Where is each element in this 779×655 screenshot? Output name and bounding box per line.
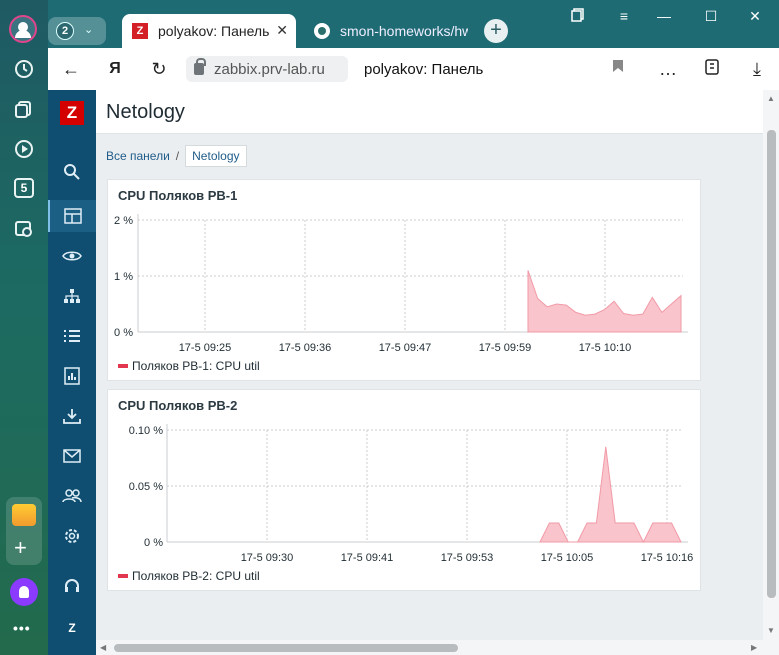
history-clock-icon[interactable] (8, 53, 40, 85)
horizontal-scroll-thumb[interactable] (114, 644, 458, 652)
x-tick-label: 17-5 10:10 (579, 342, 632, 354)
search-icon[interactable] (48, 156, 96, 188)
profile-avatar-icon[interactable] (9, 15, 37, 43)
x-tick-label: 17-5 10:16 (641, 552, 694, 564)
maximize-icon[interactable]: ☐ (701, 8, 721, 25)
download-tray-icon[interactable] (48, 400, 96, 432)
x-tick-label: 17-5 09:25 (179, 342, 232, 354)
dashboard-main: Netology Все панели / Netology 0 % 1 % 2 %… (96, 90, 763, 640)
five-icon[interactable]: 5 (14, 178, 34, 198)
tab-strip: 2 ⌄ Z polyakov: Панель ✕ smon-homeworks/… (48, 0, 779, 48)
legend-label: Поляков РВ-2: CPU util (132, 569, 260, 583)
graph-widget-1[interactable]: 0 % 1 % 2 % 17-5 09:25 17-5 09:36 17-5 09:47 1… (107, 179, 701, 381)
vertical-scrollbar[interactable]: ▲ ▼ (763, 90, 779, 640)
url-text: zabbix.prv-lab.ru (214, 60, 325, 78)
new-tab-plus-icon[interactable]: + (484, 19, 508, 43)
data-collection-chart-icon[interactable] (48, 360, 96, 392)
zabbix-share-icon[interactable]: Z (48, 612, 96, 644)
vertical-scroll-thumb[interactable] (767, 130, 776, 598)
breadcrumb: Все панели / Netology (106, 145, 247, 167)
more-options-icon[interactable]: … (656, 58, 680, 80)
scroll-up-arrow-icon[interactable]: ▲ (767, 94, 775, 103)
x-tick-label: 17-5 09:30 (241, 552, 294, 564)
scroll-right-arrow-icon[interactable]: ▶ (751, 643, 757, 652)
users-icon[interactable] (48, 480, 96, 512)
chevron-down-icon: ⌄ (84, 24, 94, 36)
x-tick-label: 17-5 09:41 (341, 552, 394, 564)
alerts-envelope-icon[interactable] (48, 440, 96, 472)
screenshot-camera-icon[interactable] (8, 213, 40, 245)
monitoring-eye-icon[interactable] (48, 240, 96, 272)
legend-swatch (118, 364, 128, 368)
administration-gear-icon[interactable] (48, 520, 96, 552)
tab-count-badge: 2 (56, 22, 74, 40)
x-tick-label: 17-5 10:05 (541, 552, 594, 564)
lock-icon (194, 58, 206, 75)
scroll-down-arrow-icon[interactable]: ▼ (767, 626, 775, 635)
support-headset-icon[interactable] (48, 570, 96, 602)
page-title: polyakov: Панель (364, 61, 484, 78)
zabbix-favicon-icon: Z (132, 23, 148, 39)
yandex-logo-icon[interactable]: Я (103, 58, 127, 80)
tab-title: polyakov: Панель (158, 23, 270, 39)
x-tick-label: 17-5 09:36 (279, 342, 332, 354)
github-favicon-icon (314, 23, 330, 39)
mail-icon[interactable] (12, 504, 36, 526)
breadcrumb-current[interactable]: Netology (185, 145, 247, 167)
breadcrumb-all-dashboards[interactable]: Все панели (106, 149, 170, 163)
close-icon[interactable]: ✕ (276, 22, 288, 39)
tabs-overview-icon[interactable] (568, 8, 588, 25)
y-tick-label: 2 % (114, 215, 133, 227)
x-tick-label: 17-5 09:47 (379, 342, 432, 354)
inventory-network-icon[interactable] (48, 280, 96, 312)
zabbix-logo-icon[interactable]: Z (60, 101, 84, 125)
series-area (539, 446, 682, 544)
tab-zabbix[interactable]: Z polyakov: Панель ✕ (122, 14, 296, 48)
legend-swatch (118, 574, 128, 578)
browser-side-rail: 5 + ••• (0, 0, 48, 655)
downloads-icon[interactable]: ⤓ (745, 58, 769, 80)
alice-assistant-icon[interactable] (10, 578, 38, 606)
chart-legend: Поляков РВ-1: CPU util (118, 359, 260, 373)
widget-title: CPU Поляков РВ-2 (118, 398, 238, 413)
bookmark-icon[interactable] (606, 58, 630, 80)
legend-label: Поляков РВ-1: CPU util (132, 359, 260, 373)
play-video-icon[interactable] (8, 133, 40, 165)
x-tick-label: 17-5 09:53 (441, 552, 494, 564)
widget-title: CPU Поляков РВ-1 (118, 188, 238, 203)
browser-toolbar: ← Я ↻ zabbix.prv-lab.ru polyakov: Панель… (48, 48, 779, 90)
y-tick-label: 0.10 % (129, 425, 163, 437)
address-bar[interactable]: zabbix.prv-lab.ru (186, 56, 348, 82)
menu-icon[interactable]: ≡ (614, 8, 634, 24)
tab-github[interactable]: smon-homeworks/hw (304, 14, 474, 48)
horizontal-scrollbar[interactable]: ◀ ▶ (96, 640, 779, 655)
minimize-icon[interactable]: — (654, 8, 674, 24)
tab-group-button[interactable]: 2 ⌄ (48, 17, 106, 45)
window-close-icon[interactable]: ✕ (745, 8, 765, 25)
graph-widget-2[interactable]: 0 % 0.05 % 0.10 % 17-5 09:30 17-5 09:41 17-5 … (107, 389, 701, 591)
tab-title: smon-homeworks/hw (340, 23, 468, 39)
reload-icon[interactable]: ↻ (147, 58, 171, 80)
chart-legend: Поляков РВ-2: CPU util (118, 569, 260, 583)
x-tick-label: 17-5 09:59 (479, 342, 532, 354)
more-dots-icon[interactable]: ••• (13, 620, 31, 636)
y-tick-label: 0 % (144, 537, 163, 549)
y-tick-label: 1 % (114, 271, 133, 283)
cpu-chart-2: 0 % 0.05 % 0.10 % 17-5 09:30 17-5 09:41 17-5 … (129, 424, 694, 564)
dashboards-icon[interactable] (48, 200, 96, 232)
scroll-left-arrow-icon[interactable]: ◀ (100, 643, 106, 652)
cpu-chart-1: 0 % 1 % 2 % 17-5 09:25 17-5 09:36 17-5 09:47 1… (114, 214, 688, 354)
dashboard-header: Netology (96, 90, 763, 134)
add-app-icon[interactable]: + (14, 537, 27, 559)
breadcrumb-separator: / (175, 149, 180, 163)
reports-list-icon[interactable] (48, 320, 96, 352)
zabbix-sidebar: Z Z (48, 90, 96, 655)
y-tick-label: 0.05 % (129, 481, 163, 493)
dashboard-title: Netology (106, 101, 185, 123)
collections-icon[interactable] (8, 93, 40, 125)
back-arrow-icon[interactable]: ← (59, 58, 83, 80)
extensions-icon[interactable] (700, 58, 724, 81)
y-tick-label: 0 % (114, 327, 133, 339)
